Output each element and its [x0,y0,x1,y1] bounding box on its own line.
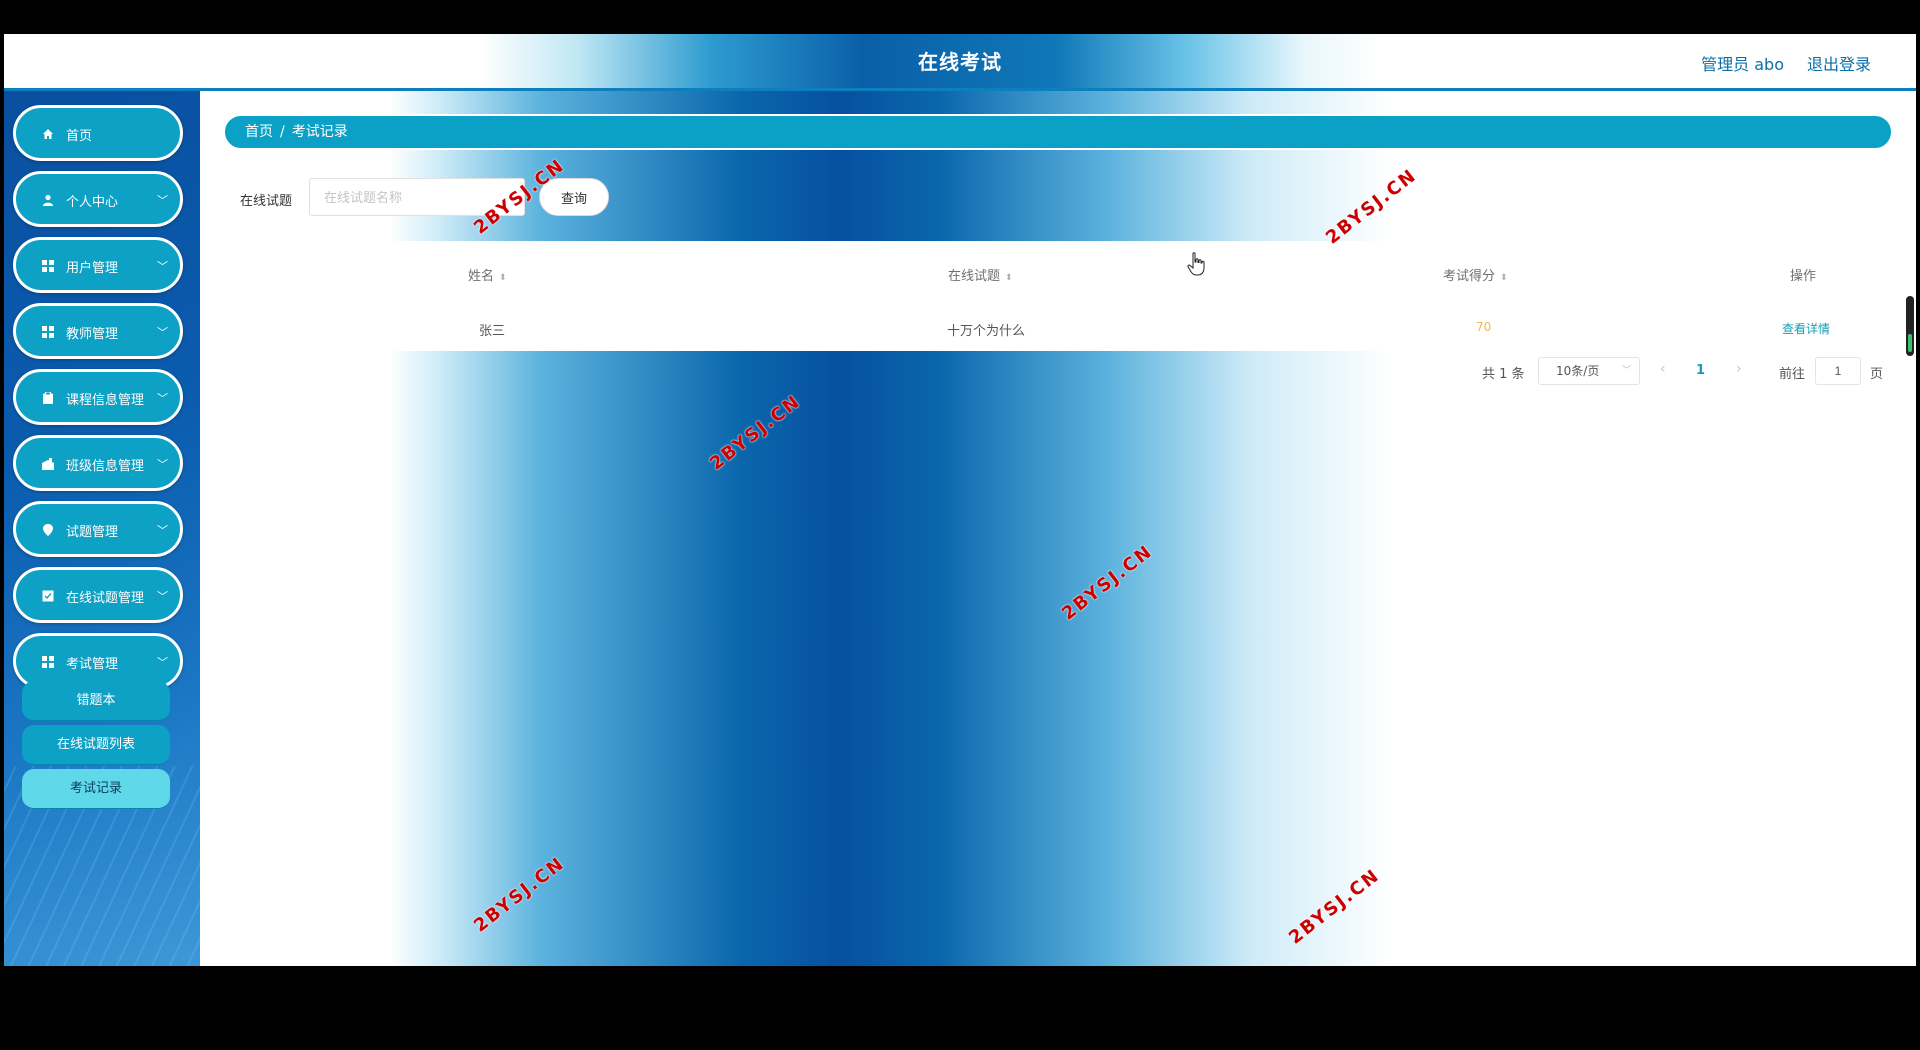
breadcrumb-current: 考试记录 [291,124,348,140]
sidebar-item-course-management[interactable]: 课程信息管理 ﹀ [13,369,183,425]
sidebar-item-online-exam-management[interactable]: 在线试题管理 ﹀ [13,567,183,623]
top-bar: 在线考试 管理员 abo 退出登录 [4,34,1916,91]
sidebar: 首页 个人中心 ﹀ 用户管理 ﹀ 教师管理 ﹀ 课程信息管理 ﹀ 班级信息管理 … [4,91,200,966]
column-header-exam[interactable]: 在线试题 ⬍ [948,265,1013,284]
current-user: 管理员 abo [1701,55,1784,74]
sidebar-item-label: 用户管理 [66,261,119,276]
app-window: 在线考试 管理员 abo 退出登录 首页 个人中心 ﹀ 用户管理 ﹀ 教师管理 … [4,34,1916,966]
chevron-down-icon: ﹀ [157,458,168,471]
breadcrumb: 首页 / 考试记录 [223,114,1893,150]
sidebar-item-user-management[interactable]: 用户管理 ﹀ [13,237,183,293]
view-detail-link[interactable]: 查看详情 [1782,320,1830,337]
page-size-select[interactable]: 10条/页 ﹀ [1538,357,1640,385]
sidebar-item-label: 试题管理 [66,525,119,540]
sort-icon: ⬍ [499,273,507,283]
cell-exam: 十万个为什么 [947,324,1026,339]
grid-icon [42,326,54,338]
search-label: 在线试题 [240,194,293,209]
sidebar-item-label: 教师管理 [66,327,119,342]
chevron-down-icon: ﹀ [157,656,168,669]
grid-icon [42,260,54,272]
home-icon [43,129,53,139]
page-number-1[interactable]: 1 [1696,363,1705,378]
chevron-down-icon: ﹀ [157,524,168,537]
submenu-online-exam-list[interactable]: 在线试题列表 [22,725,170,765]
sidebar-item-label: 首页 [66,129,93,144]
column-header-score[interactable]: 考试得分 ⬍ [1443,265,1508,284]
sort-icon: ⬍ [1500,273,1508,283]
sidebar-item-label: 在线试题管理 [66,591,145,606]
sidebar-item-label: 班级信息管理 [66,459,145,474]
doc-icon [42,590,54,602]
clipboard-icon [43,392,53,404]
sidebar-item-label: 个人中心 [66,195,119,210]
chevron-down-icon: ﹀ [157,392,168,405]
sort-icon: ⬍ [1005,273,1013,283]
sidebar-item-home[interactable]: 首页 [13,105,183,161]
breadcrumb-home[interactable]: 首页 [245,124,273,140]
goto-page-input[interactable] [1815,357,1861,385]
column-header-action: 操作 [1790,269,1817,284]
submenu-exam-records[interactable]: 考试记录 [22,769,170,809]
sidebar-item-question-management[interactable]: 试题管理 ﹀ [13,501,183,557]
chevron-down-icon: ﹀ [157,590,168,603]
cell-score: 70 [1476,320,1492,334]
pin-icon [43,524,53,536]
hand-cursor-icon [1187,252,1205,276]
next-page-button[interactable]: › [1736,361,1742,377]
app-title: 在线考试 [918,50,1002,74]
main-content: 首页/考试记录 在线试题 查询 姓名⬍ 在线试题⬍ 考试得分⬍ 操作 张三 十万… [200,91,1916,966]
chevron-down-icon: ﹀ [1621,366,1631,376]
sidebar-item-teacher-management[interactable]: 教师管理 ﹀ [13,303,183,359]
page-scrollbar[interactable] [1906,296,1914,356]
exam-records-table: 姓名 ⬍ 在线试题 ⬍ 考试得分 ⬍ 操作 张三 十万个为什么 70 查看详情 [200,241,1916,351]
chevron-down-icon: ﹀ [157,194,168,207]
sidebar-item-personal-center[interactable]: 个人中心 ﹀ [13,171,183,227]
logout-link[interactable]: 退出登录 [1807,51,1871,75]
submenu-wrong-questions[interactable]: 错题本 [22,681,170,721]
column-header-name[interactable]: 姓名 ⬍ [468,265,507,284]
chevron-down-icon: ﹀ [157,326,168,339]
user-icon [43,194,53,206]
cell-name: 张三 [479,324,506,339]
page-suffix: 页 [1870,367,1884,382]
prev-page-button[interactable]: ‹ [1660,361,1666,377]
background-band [390,91,1390,966]
class-icon [42,458,54,470]
chevron-down-icon: ﹀ [157,260,168,273]
breadcrumb-separator: / [280,124,285,140]
sidebar-item-label: 考试管理 [66,657,119,672]
pagination-total: 共 1 条 [1482,367,1525,382]
grid-icon [42,656,54,668]
goto-label: 前往 [1779,367,1806,382]
sidebar-item-label: 课程信息管理 [66,393,145,408]
sidebar-item-class-management[interactable]: 班级信息管理 ﹀ [13,435,183,491]
